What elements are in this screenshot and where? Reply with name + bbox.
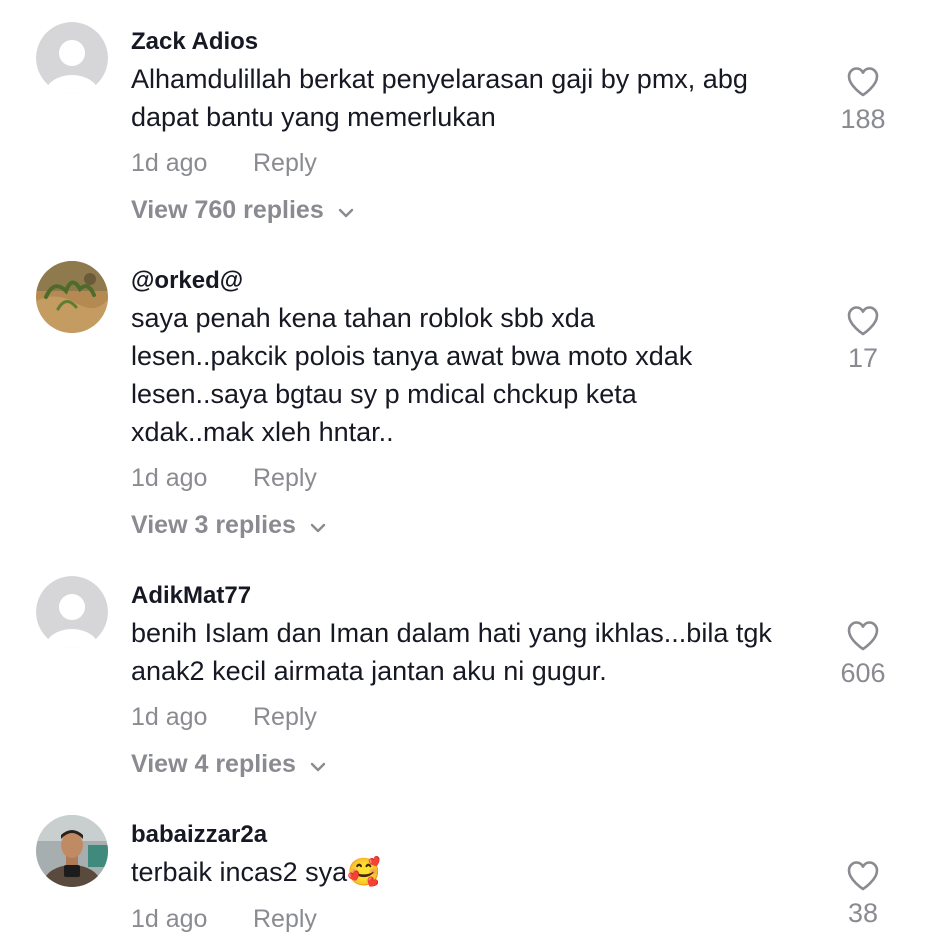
default-avatar-icon xyxy=(36,22,108,94)
view-replies-button[interactable]: View 4 replies xyxy=(131,750,326,779)
like-count: 17 xyxy=(847,343,879,373)
comment-time: 1d ago xyxy=(131,703,208,731)
like-count: 38 xyxy=(847,898,879,928)
comment-time: 1d ago xyxy=(131,464,208,492)
chevron-down-icon xyxy=(338,196,354,225)
comment-text: terbaik incas2 sya🥰 xyxy=(131,857,381,887)
comment-meta: 1d ago Reply xyxy=(131,149,317,178)
heart-icon xyxy=(847,306,879,336)
heart-icon xyxy=(847,621,879,651)
comment-meta: 1d ago Reply xyxy=(131,905,317,934)
view-replies-button[interactable]: View 760 replies xyxy=(131,196,354,225)
comment-username[interactable]: AdikMat77 xyxy=(131,582,251,610)
like-count: 188 xyxy=(840,104,886,134)
reply-button[interactable]: Reply xyxy=(253,905,317,934)
like-button[interactable]: 17 xyxy=(826,305,900,374)
like-button[interactable]: 606 xyxy=(826,620,900,689)
reply-button[interactable]: Reply xyxy=(253,464,317,493)
view-replies-label: View 760 replies xyxy=(131,196,324,224)
person-photo-avatar xyxy=(36,815,108,887)
comment-meta: 1d ago Reply xyxy=(131,464,317,493)
like-button[interactable]: 188 xyxy=(826,66,900,135)
comment-meta: 1d ago Reply xyxy=(131,703,317,732)
chevron-down-icon xyxy=(310,511,326,540)
comment-text: saya penah kena tahan roblok sbb xda les… xyxy=(131,303,693,447)
avatar[interactable] xyxy=(36,815,108,887)
view-replies-label: View 3 replies xyxy=(131,511,296,539)
comment-text: benih Islam dan Iman dalam hati yang ikh… xyxy=(131,618,772,686)
comment-time: 1d ago xyxy=(131,905,208,933)
reply-button[interactable]: Reply xyxy=(253,703,317,732)
view-replies-label: View 4 replies xyxy=(131,750,296,778)
like-count: 606 xyxy=(840,658,886,688)
reply-button[interactable]: Reply xyxy=(253,149,317,178)
comment-username[interactable]: babaizzar2a xyxy=(131,821,267,849)
default-avatar-icon xyxy=(36,576,108,648)
avatar[interactable] xyxy=(36,22,108,94)
heart-icon xyxy=(847,67,879,97)
comment-time: 1d ago xyxy=(131,149,208,177)
plant-photo-avatar xyxy=(36,261,108,333)
avatar[interactable] xyxy=(36,261,108,333)
heart-icon xyxy=(847,861,879,891)
chevron-down-icon xyxy=(310,750,326,779)
view-replies-button[interactable]: View 3 replies xyxy=(131,511,326,540)
comment-username[interactable]: Zack Adios xyxy=(131,28,258,56)
like-button[interactable]: 38 xyxy=(826,860,900,929)
comment-username[interactable]: @orked@ xyxy=(131,267,243,295)
avatar[interactable] xyxy=(36,576,108,648)
comment-text: Alhamdulillah berkat penyelarasan gaji b… xyxy=(131,64,748,132)
